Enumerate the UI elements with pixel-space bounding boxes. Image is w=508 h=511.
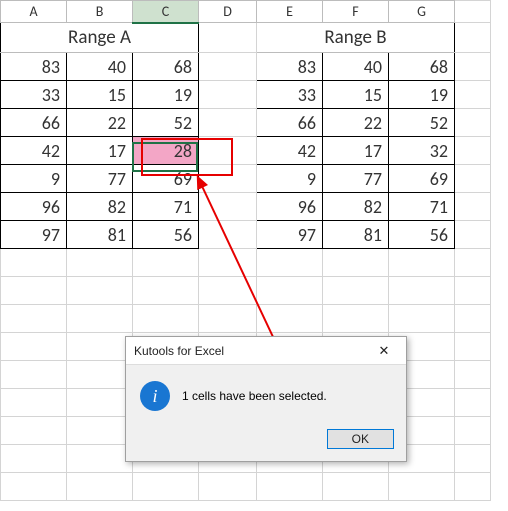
table-row: 97 81 56 97 81 56 bbox=[1, 221, 491, 249]
cell-a2[interactable]: 83 bbox=[1, 53, 67, 81]
cell-c2[interactable]: 68 bbox=[133, 53, 199, 81]
col-head-b[interactable]: B bbox=[67, 1, 133, 23]
table-row: 33 15 19 33 15 19 bbox=[1, 81, 491, 109]
close-button[interactable]: ✕ bbox=[370, 343, 398, 359]
col-head-g[interactable]: G bbox=[389, 1, 455, 23]
cell-b2[interactable]: 40 bbox=[67, 53, 133, 81]
cell-e2[interactable]: 83 bbox=[257, 53, 323, 81]
range-a-title: Range A bbox=[1, 23, 199, 53]
table-row: 83 40 68 83 40 68 bbox=[1, 53, 491, 81]
cell-f2[interactable]: 40 bbox=[323, 53, 389, 81]
table-row: 66 22 52 66 22 52 bbox=[1, 109, 491, 137]
table-row: 96 82 71 96 82 71 bbox=[1, 193, 491, 221]
col-head-c[interactable]: C bbox=[133, 1, 199, 23]
table-row: 42 17 28 42 17 32 bbox=[1, 137, 491, 165]
dialog-title: Kutools for Excel bbox=[134, 344, 224, 358]
col-head-a[interactable]: A bbox=[1, 1, 67, 23]
cell-g2[interactable]: 68 bbox=[389, 53, 455, 81]
col-head-e[interactable]: E bbox=[257, 1, 323, 23]
ok-button[interactable]: OK bbox=[327, 429, 394, 449]
highlighted-cell[interactable]: 28 bbox=[133, 137, 199, 165]
cell-d1[interactable] bbox=[199, 23, 257, 53]
table-row: 9 77 69 9 77 69 bbox=[1, 165, 491, 193]
col-head-f[interactable]: F bbox=[323, 1, 389, 23]
dialog-message: 1 cells have been selected. bbox=[182, 389, 327, 403]
message-dialog: Kutools for Excel ✕ i 1 cells have been … bbox=[125, 336, 407, 462]
dialog-titlebar[interactable]: Kutools for Excel ✕ bbox=[126, 337, 406, 365]
col-head-blank bbox=[455, 1, 491, 23]
cell-h1[interactable] bbox=[455, 23, 491, 53]
info-icon: i bbox=[140, 381, 170, 411]
range-b-title: Range B bbox=[257, 23, 455, 53]
col-head-d[interactable]: D bbox=[199, 1, 257, 23]
